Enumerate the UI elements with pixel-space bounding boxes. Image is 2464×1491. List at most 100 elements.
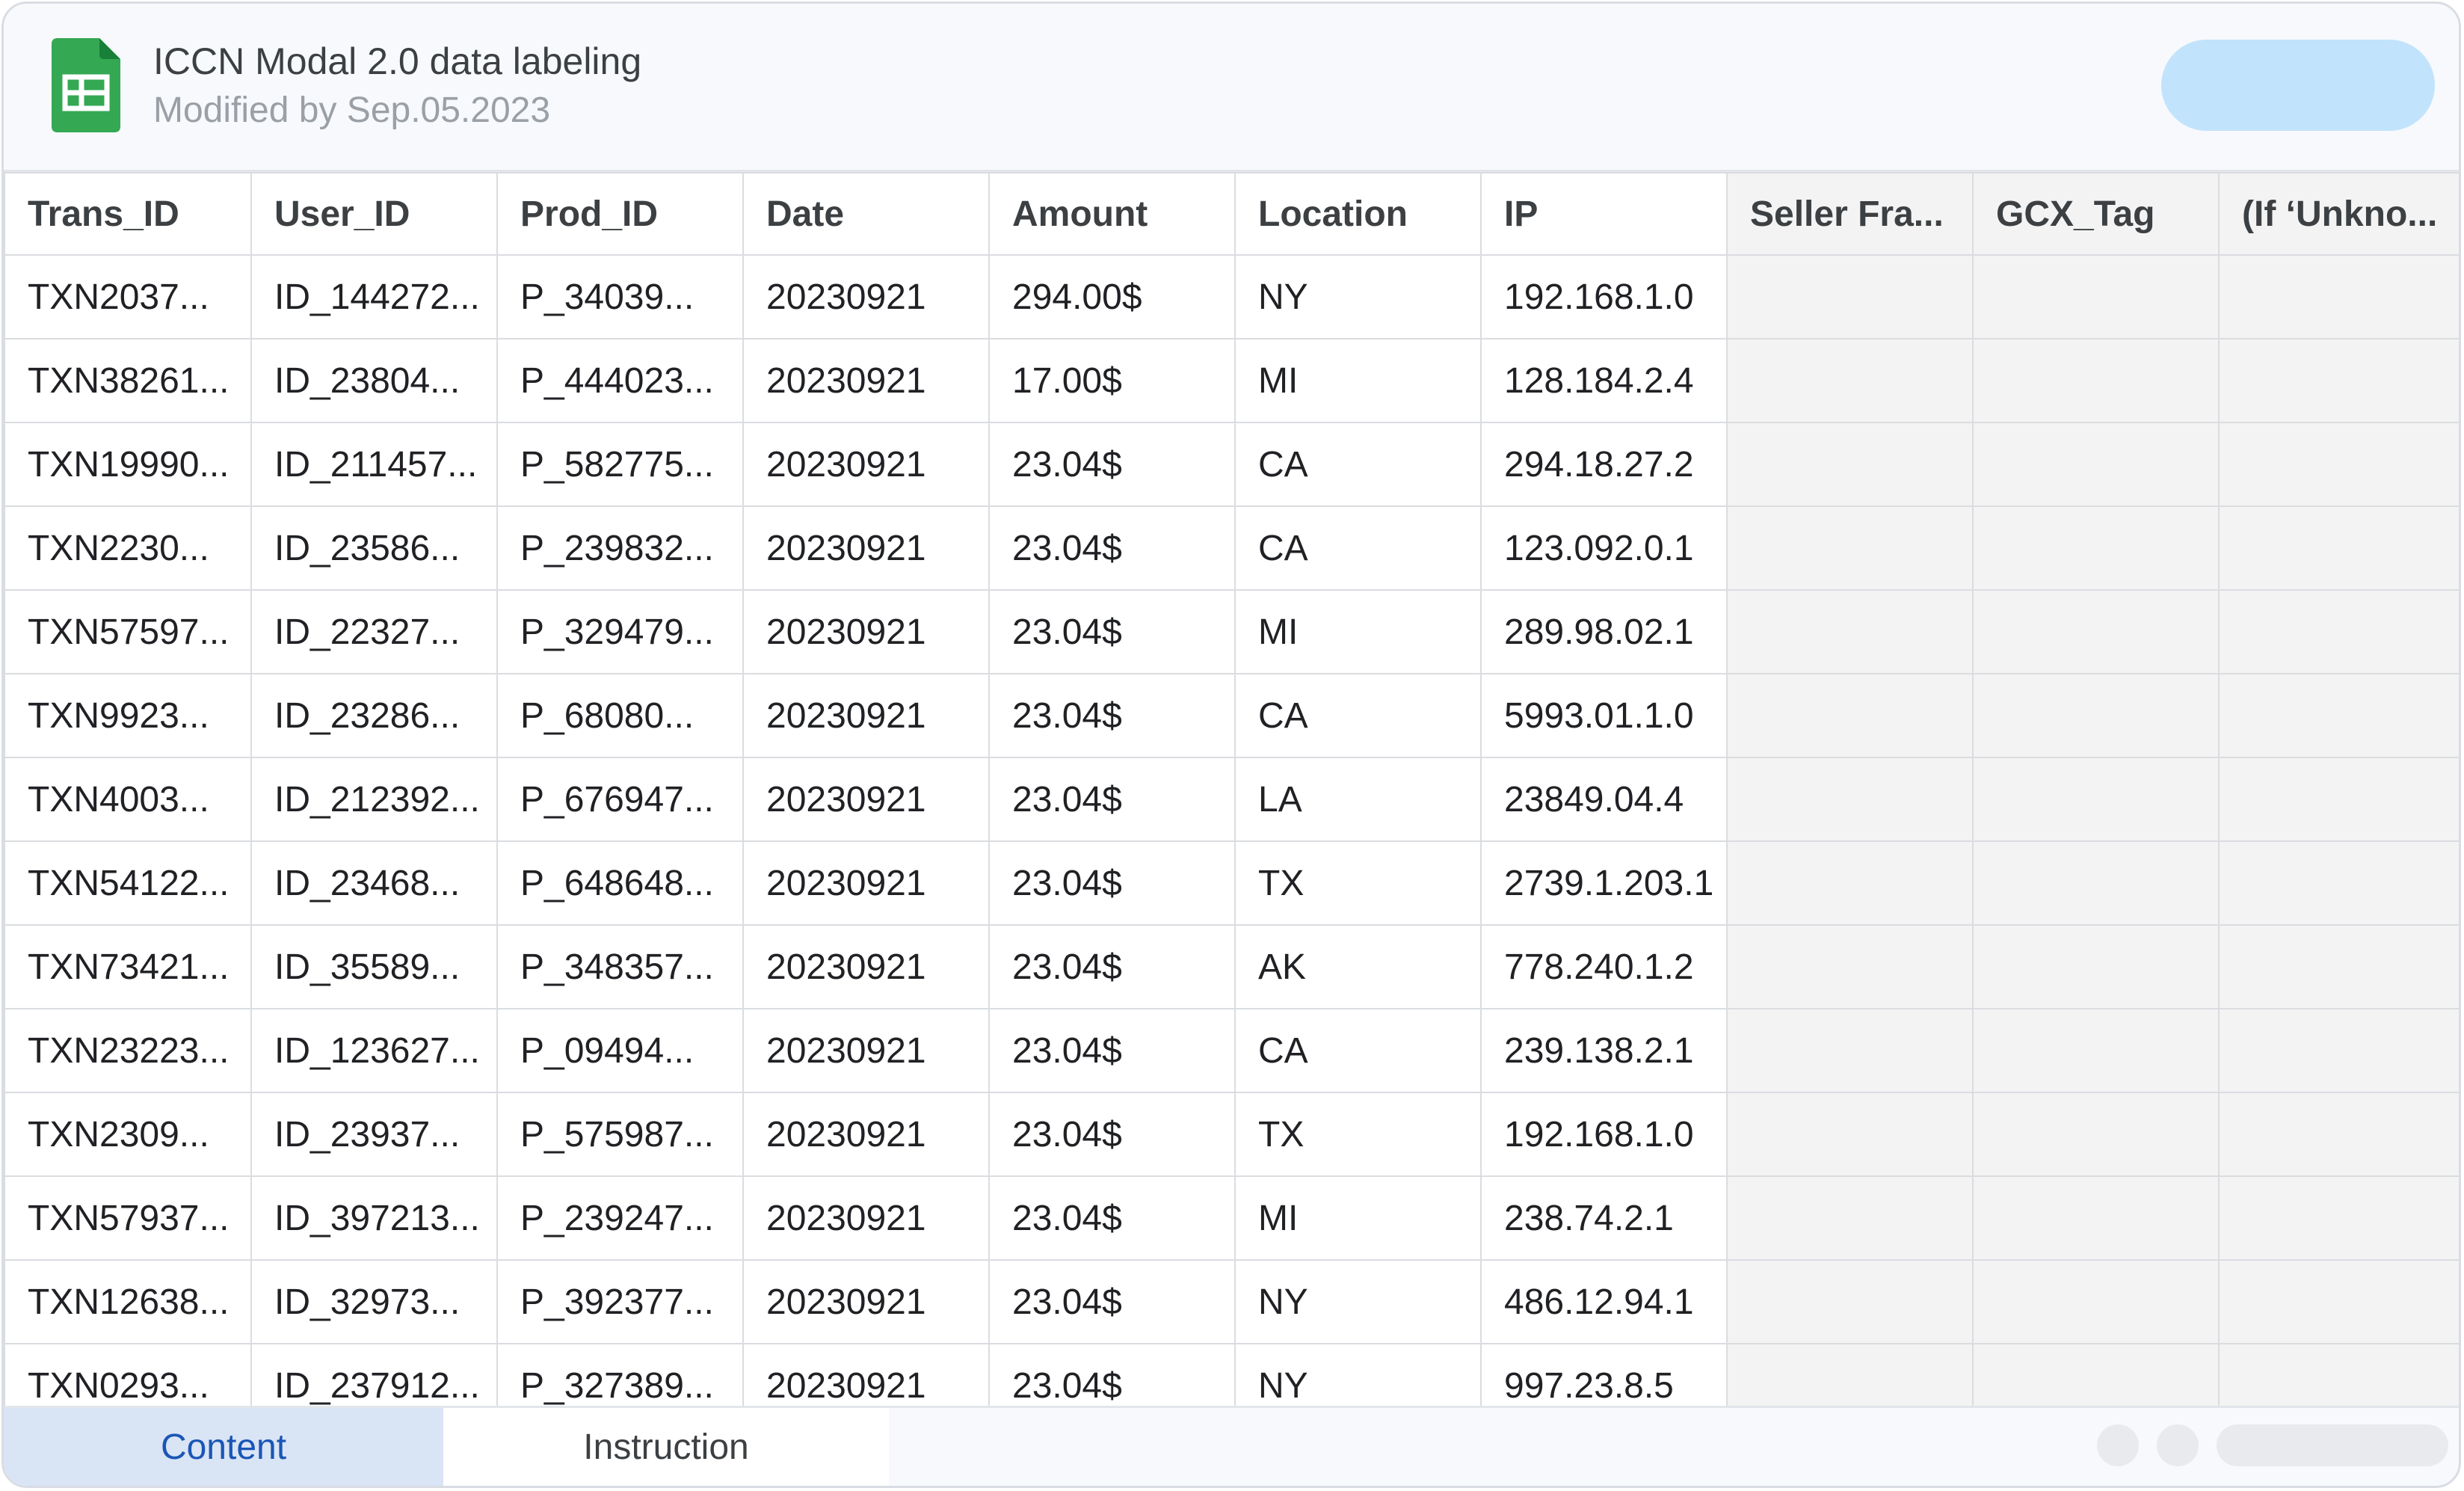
table-cell[interactable]: 23.04$ xyxy=(988,1175,1236,1261)
table-cell[interactable]: ID_212392... xyxy=(250,757,498,842)
table-cell[interactable]: 20230921 xyxy=(742,1008,990,1093)
column-header[interactable]: Amount xyxy=(988,172,1236,256)
table-cell[interactable]: ID_22327... xyxy=(250,589,498,674)
table-cell[interactable]: P_648648... xyxy=(496,840,744,926)
table-cell[interactable]: 20230921 xyxy=(742,338,990,423)
table-cell[interactable]: 5993.01.1.0 xyxy=(1480,673,1728,758)
table-cell[interactable]: TXN23223... xyxy=(4,1008,252,1093)
table-cell[interactable]: TXN2230... xyxy=(4,505,252,591)
table-cell[interactable] xyxy=(1726,840,1974,926)
table-cell[interactable]: 20230921 xyxy=(742,589,990,674)
tab-instruction[interactable]: Instruction xyxy=(443,1408,889,1486)
table-cell[interactable]: 23.04$ xyxy=(988,840,1236,926)
table-cell[interactable]: ID_23937... xyxy=(250,1092,498,1177)
table-cell[interactable]: 20230921 xyxy=(742,1092,990,1177)
table-cell[interactable]: CA xyxy=(1234,673,1482,758)
table-cell[interactable] xyxy=(1726,422,1974,507)
table-cell[interactable]: 997.23.8.5 xyxy=(1480,1343,1728,1410)
table-cell[interactable]: P_34039... xyxy=(496,254,744,339)
table-cell[interactable] xyxy=(1972,1175,2220,1261)
table-cell[interactable] xyxy=(1972,1008,2220,1093)
table-cell[interactable]: TXN4003... xyxy=(4,757,252,842)
table-cell[interactable] xyxy=(2218,1175,2459,1261)
table-cell[interactable]: TXN57937... xyxy=(4,1175,252,1261)
table-cell[interactable]: 23.04$ xyxy=(988,673,1236,758)
table-cell[interactable]: 23.04$ xyxy=(988,505,1236,591)
table-cell[interactable]: TXN12638... xyxy=(4,1259,252,1344)
table-cell[interactable]: TX xyxy=(1234,840,1482,926)
column-header[interactable]: Date xyxy=(742,172,990,256)
table-cell[interactable]: TXN57597... xyxy=(4,589,252,674)
table-cell[interactable]: TXN38261... xyxy=(4,338,252,423)
table-cell[interactable] xyxy=(2218,924,2459,1009)
table-cell[interactable]: MI xyxy=(1234,338,1482,423)
table-cell[interactable] xyxy=(2218,1259,2459,1344)
table-cell[interactable]: 128.184.2.4 xyxy=(1480,338,1728,423)
table-cell[interactable]: P_582775... xyxy=(496,422,744,507)
table-cell[interactable] xyxy=(2218,757,2459,842)
table-cell[interactable]: 23.04$ xyxy=(988,1343,1236,1410)
table-cell[interactable]: 20230921 xyxy=(742,254,990,339)
table-cell[interactable]: 2739.1.203.1 xyxy=(1480,840,1728,926)
table-cell[interactable]: 23.04$ xyxy=(988,422,1236,507)
column-header[interactable]: Prod_ID xyxy=(496,172,744,256)
table-cell[interactable]: 23.04$ xyxy=(988,1008,1236,1093)
table-cell[interactable] xyxy=(1972,254,2220,339)
table-cell[interactable]: P_68080... xyxy=(496,673,744,758)
table-cell[interactable] xyxy=(1726,338,1974,423)
table-cell[interactable]: 294.00$ xyxy=(988,254,1236,339)
table-cell[interactable] xyxy=(2218,1008,2459,1093)
table-cell[interactable] xyxy=(2218,1092,2459,1177)
table-cell[interactable] xyxy=(1972,757,2220,842)
table-cell[interactable] xyxy=(1972,505,2220,591)
table-cell[interactable] xyxy=(1972,1259,2220,1344)
table-cell[interactable]: TX xyxy=(1234,1092,1482,1177)
table-cell[interactable] xyxy=(1972,589,2220,674)
table-cell[interactable]: NY xyxy=(1234,1259,1482,1344)
column-header[interactable]: IP xyxy=(1480,172,1728,256)
table-cell[interactable]: ID_211457... xyxy=(250,422,498,507)
table-cell[interactable]: P_327389... xyxy=(496,1343,744,1410)
table-cell[interactable] xyxy=(2218,422,2459,507)
table-cell[interactable]: TXN2309... xyxy=(4,1092,252,1177)
table-cell[interactable]: CA xyxy=(1234,422,1482,507)
share-button[interactable] xyxy=(2161,40,2435,131)
table-cell[interactable] xyxy=(1972,673,2220,758)
table-cell[interactable]: 289.98.02.1 xyxy=(1480,589,1728,674)
table-cell[interactable]: CA xyxy=(1234,505,1482,591)
table-cell[interactable]: P_392377... xyxy=(496,1259,744,1344)
table-cell[interactable]: TXN54122... xyxy=(4,840,252,926)
table-cell[interactable]: 23.04$ xyxy=(988,924,1236,1009)
table-cell[interactable] xyxy=(2218,254,2459,339)
table-cell[interactable] xyxy=(1726,254,1974,339)
table-cell[interactable]: ID_144272... xyxy=(250,254,498,339)
table-cell[interactable]: ID_35589... xyxy=(250,924,498,1009)
table-cell[interactable]: 294.18.27.2 xyxy=(1480,422,1728,507)
table-cell[interactable]: 20230921 xyxy=(742,757,990,842)
table-cell[interactable]: ID_23804... xyxy=(250,338,498,423)
table-cell[interactable]: P_444023... xyxy=(496,338,744,423)
table-cell[interactable]: 778.240.1.2 xyxy=(1480,924,1728,1009)
table-cell[interactable]: P_239832... xyxy=(496,505,744,591)
table-cell[interactable]: 192.168.1.0 xyxy=(1480,1092,1728,1177)
table-cell[interactable] xyxy=(2218,589,2459,674)
table-cell[interactable]: 23.04$ xyxy=(988,757,1236,842)
table-cell[interactable] xyxy=(2218,338,2459,423)
column-header[interactable]: User_ID xyxy=(250,172,498,256)
tab-content[interactable]: Content xyxy=(4,1408,443,1486)
table-cell[interactable] xyxy=(2218,673,2459,758)
table-cell[interactable]: LA xyxy=(1234,757,1482,842)
table-cell[interactable]: NY xyxy=(1234,1343,1482,1410)
table-cell[interactable]: AK xyxy=(1234,924,1482,1009)
table-cell[interactable]: P_329479... xyxy=(496,589,744,674)
table-cell[interactable] xyxy=(1726,757,1974,842)
table-cell[interactable]: ID_23586... xyxy=(250,505,498,591)
table-cell[interactable] xyxy=(2218,505,2459,591)
table-cell[interactable]: 23849.04.4 xyxy=(1480,757,1728,842)
table-cell[interactable]: ID_23286... xyxy=(250,673,498,758)
table-cell[interactable] xyxy=(1726,924,1974,1009)
table-cell[interactable]: P_348357... xyxy=(496,924,744,1009)
table-cell[interactable] xyxy=(1972,840,2220,926)
table-cell[interactable]: TXN2037... xyxy=(4,254,252,339)
table-cell[interactable]: ID_123627... xyxy=(250,1008,498,1093)
